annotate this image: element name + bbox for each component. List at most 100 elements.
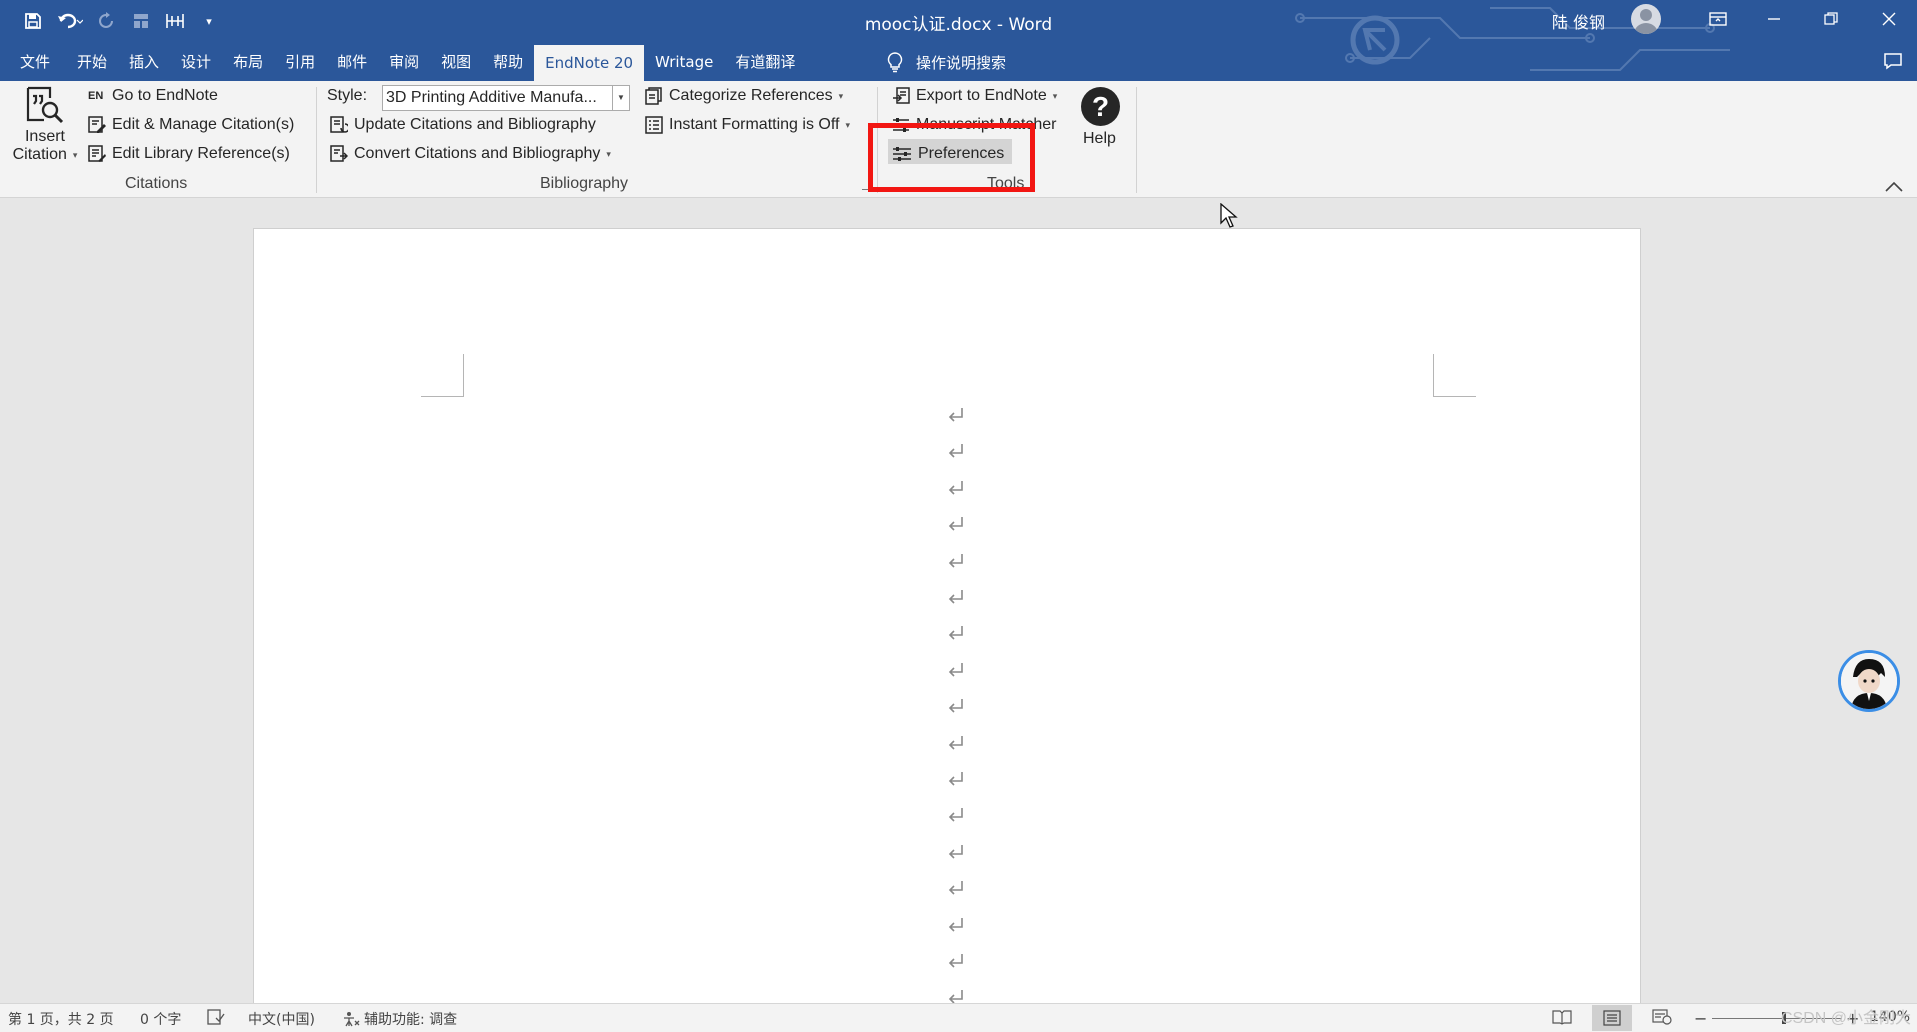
manuscript-matcher-button[interactable]: Manuscript Matcher xyxy=(892,116,1057,134)
print-layout-button[interactable] xyxy=(1592,1005,1632,1031)
user-name[interactable]: 陆 俊钢 xyxy=(1552,9,1605,33)
help-label[interactable]: Help xyxy=(1083,130,1116,148)
export-dropdown-icon: ▾ xyxy=(1052,90,1058,101)
tab-file[interactable]: 文件 xyxy=(0,43,66,81)
minimize-icon[interactable] xyxy=(1746,0,1802,38)
go-to-endnote-button[interactable]: EN Go to EndNote xyxy=(88,87,218,105)
edit-manage-citations-label: Edit & Manage Citation(s) xyxy=(112,116,295,133)
margin-crop-mark xyxy=(421,354,464,397)
categorize-references-button[interactable]: Categorize References ▾ xyxy=(645,87,843,105)
categorize-icon xyxy=(645,87,663,105)
comments-icon[interactable] xyxy=(1883,52,1903,74)
group-divider xyxy=(877,87,878,193)
web-layout-icon[interactable] xyxy=(1652,1009,1672,1025)
tab-youdao[interactable]: 有道翻译 xyxy=(724,43,806,81)
tab-layout[interactable]: 布局 xyxy=(222,43,274,81)
preferences-button[interactable]: Preferences xyxy=(892,145,1004,163)
tell-me-search[interactable]: 操作说明搜索 xyxy=(886,43,1006,81)
instant-formatting-dropdown-icon: ▾ xyxy=(845,119,850,130)
export-to-endnote-label: Export to EndNote xyxy=(916,87,1047,104)
update-citations-label: Update Citations and Bibliography xyxy=(354,116,596,133)
style-label: Style: xyxy=(327,87,368,104)
insert-citation-label-2: Citation ▾ xyxy=(13,146,78,164)
insert-citation-label-text: Citation xyxy=(12,146,67,163)
update-citations-icon xyxy=(330,116,348,134)
word-count[interactable]: 0 个字 xyxy=(140,1009,181,1029)
save-icon[interactable] xyxy=(16,6,50,36)
circuit-decoration xyxy=(1295,7,1730,71)
paragraph-mark xyxy=(948,553,963,568)
bibliography-group-label: Bibliography xyxy=(540,175,629,192)
categorize-dropdown-icon: ▾ xyxy=(838,90,844,101)
convert-citations-label: Convert Citations and Bibliography xyxy=(354,145,601,162)
zoom-out-icon[interactable]: − xyxy=(1694,1009,1707,1028)
tab-review[interactable]: 审阅 xyxy=(378,43,430,81)
tab-design[interactable]: 设计 xyxy=(170,43,222,81)
document-page[interactable] xyxy=(253,228,1641,1031)
collapse-ribbon-icon[interactable] xyxy=(1885,178,1903,197)
status-bar: 第 1 页，共 2 页 0 个字 中文(中国) 辅助功能: 调查 − + 140… xyxy=(0,1003,1917,1032)
export-to-endnote-button[interactable]: Export to EndNote ▾ xyxy=(892,87,1057,105)
floating-assistant-avatar[interactable] xyxy=(1838,650,1900,712)
style-dropdown[interactable]: 3D Printing Additive Manufa... ▼ xyxy=(382,85,630,111)
quick-access-toolbar: ▾ xyxy=(16,6,226,36)
user-avatar[interactable] xyxy=(1631,4,1661,34)
touch-mode-icon[interactable] xyxy=(124,6,158,36)
page-count[interactable]: 第 1 页，共 2 页 xyxy=(8,1009,114,1029)
insert-citation-label-1: Insert xyxy=(24,128,65,145)
tab-help[interactable]: 帮助 xyxy=(482,43,534,81)
undo-icon[interactable] xyxy=(50,6,90,36)
ribbon-options-icon[interactable] xyxy=(1690,0,1746,38)
proofing-icon[interactable] xyxy=(207,1009,225,1025)
table-icon[interactable] xyxy=(158,6,192,36)
group-divider xyxy=(1136,87,1137,193)
bibliography-dialog-launcher-icon[interactable] xyxy=(862,181,871,190)
edit-manage-citations-button[interactable]: Edit & Manage Citation(s) xyxy=(88,116,294,134)
tab-writage[interactable]: Writage xyxy=(644,43,724,81)
language-indicator[interactable]: 中文(中国) xyxy=(248,1009,315,1029)
go-to-endnote-label: Go to EndNote xyxy=(112,87,218,104)
help-icon[interactable]: ? xyxy=(1081,87,1120,126)
ribbon-tabs: 文件 开始 插入 设计 布局 引用 邮件 审阅 视图 帮助 EndNote 20… xyxy=(0,43,806,81)
paragraph-mark xyxy=(948,517,963,531)
print-layout-icon xyxy=(1603,1010,1621,1026)
edit-library-reference-label: Edit Library Reference(s) xyxy=(112,145,290,162)
ribbon-display-options-icon[interactable] xyxy=(1377,0,1433,38)
paragraph-mark xyxy=(948,626,963,640)
preferences-label: Preferences xyxy=(918,145,1005,162)
tab-endnote[interactable]: EndNote 20 xyxy=(534,45,645,81)
convert-citations-button[interactable]: Convert Citations and Bibliography ▾ xyxy=(330,145,611,163)
group-divider xyxy=(316,87,317,193)
read-mode-icon[interactable] xyxy=(1552,1009,1572,1025)
export-icon xyxy=(892,87,910,105)
accessibility-icon xyxy=(344,1012,360,1027)
paragraph-mark xyxy=(948,954,963,968)
watermark-text: CSDN @小金刚大 xyxy=(1780,1010,1911,1027)
accessibility-checker[interactable]: 辅助功能: 调查 xyxy=(342,1009,457,1029)
insert-citation-icon xyxy=(26,86,64,124)
style-dropdown-arrow-icon[interactable]: ▼ xyxy=(612,86,629,110)
instant-formatting-button[interactable]: Instant Formatting is Off ▾ xyxy=(645,116,850,134)
paragraph-mark xyxy=(948,480,963,495)
restore-icon[interactable] xyxy=(1803,0,1859,38)
insert-citation-button[interactable]: Insert Citation ▾ xyxy=(8,86,82,164)
tab-mailings[interactable]: 邮件 xyxy=(326,43,378,81)
edit-library-reference-button[interactable]: Edit Library Reference(s) xyxy=(88,145,290,163)
convert-dropdown-icon: ▾ xyxy=(606,148,611,159)
close-icon[interactable] xyxy=(1861,0,1917,38)
tab-insert[interactable]: 插入 xyxy=(118,43,170,81)
redo-icon[interactable] xyxy=(90,6,124,36)
instant-formatting-icon xyxy=(645,116,663,134)
preferences-sliders-icon xyxy=(892,145,912,163)
endnote-ribbon: Insert Citation ▾ EN Go to EndNote Edit &… xyxy=(0,81,1917,198)
paragraph-mark xyxy=(948,808,963,822)
tab-view[interactable]: 视图 xyxy=(430,43,482,81)
tab-home[interactable]: 开始 xyxy=(66,43,118,81)
customize-qat-icon[interactable]: ▾ xyxy=(192,6,226,36)
tab-references[interactable]: 引用 xyxy=(274,43,326,81)
paragraph-mark xyxy=(948,772,963,786)
citations-group-label: Citations xyxy=(125,175,188,192)
paragraph-mark xyxy=(948,444,963,458)
accessibility-label: 辅助功能: 调查 xyxy=(364,1012,458,1028)
update-citations-button[interactable]: Update Citations and Bibliography xyxy=(330,116,596,134)
